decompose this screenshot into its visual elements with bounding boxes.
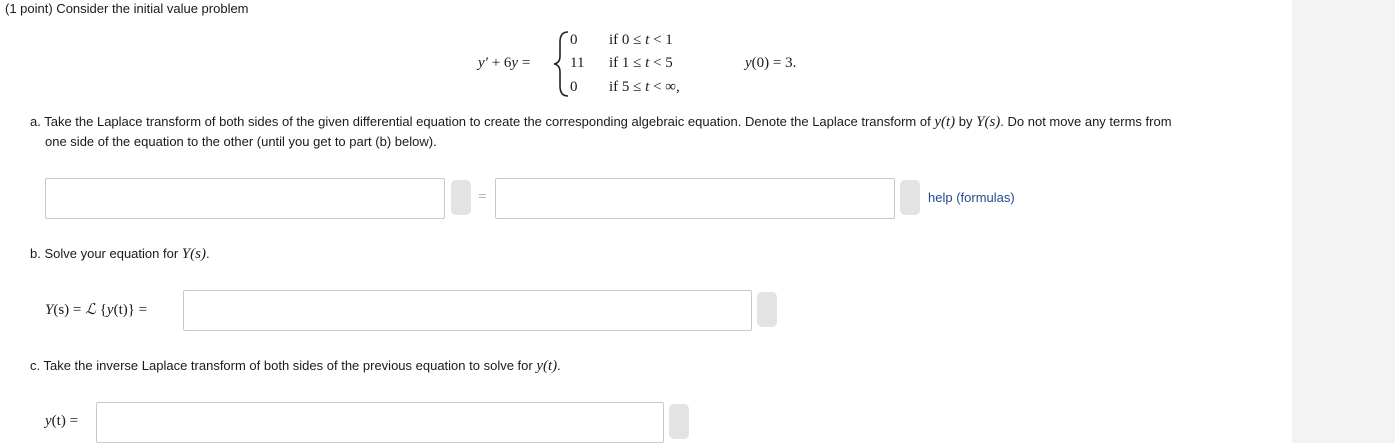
y-prime: y′: [478, 55, 488, 71]
y-of-t-preview-button[interactable]: [669, 404, 689, 439]
case-value-1: 0: [570, 32, 578, 48]
part-c-instructions: c. Take the inverse Laplace transform of…: [30, 358, 561, 374]
y-of-s-preview-button[interactable]: [757, 292, 777, 327]
initial-condition: y(0) = 3.: [745, 55, 797, 71]
y-var: y: [511, 55, 519, 71]
case-cond-3: if 5 ≤ t < ∞,: [609, 79, 680, 95]
y-of-t-c: y(t): [536, 358, 558, 374]
part-c-lhs: y(t) =: [45, 413, 79, 429]
capital-y-of-s-b: Y(s): [181, 246, 206, 262]
equals-sign-a: =: [478, 189, 487, 205]
problem-header: (1 point) Consider the initial value pro…: [5, 1, 249, 16]
left-brace: [553, 31, 569, 97]
case-cond-2: if 1 ≤ t < 5: [609, 55, 673, 71]
part-a-instructions: a. Take the Laplace transform of both si…: [30, 114, 1172, 130]
y-of-t-input[interactable]: [96, 402, 664, 443]
laplace-lhs-input[interactable]: [45, 178, 445, 219]
case-cond-1: if 0 ≤ t < 1: [609, 32, 673, 48]
part-a-instructions-line2: one side of the equation to the other (u…: [45, 134, 437, 149]
lhs-preview-button[interactable]: [451, 180, 471, 215]
part-b-instructions: b. Solve your equation for Y(s).: [30, 246, 210, 262]
equals-sign: =: [521, 55, 531, 71]
y-of-t: y(t): [934, 114, 956, 130]
ode-lhs: y′ + 6y =: [478, 55, 530, 72]
case-value-2: 11: [570, 55, 585, 71]
case-value-3: 0: [570, 79, 578, 95]
laplace-rhs-input[interactable]: [495, 178, 895, 219]
capital-y-of-s: Y(s): [976, 114, 1001, 130]
right-margin-panel: [1292, 0, 1395, 443]
plus-six: + 6: [491, 55, 512, 71]
rhs-preview-button[interactable]: [900, 180, 920, 215]
help-formulas-link[interactable]: help (formulas): [928, 190, 1015, 205]
part-b-lhs: Y(s) = ℒ {y(t)} =: [45, 302, 148, 318]
y-of-s-input[interactable]: [183, 290, 752, 331]
